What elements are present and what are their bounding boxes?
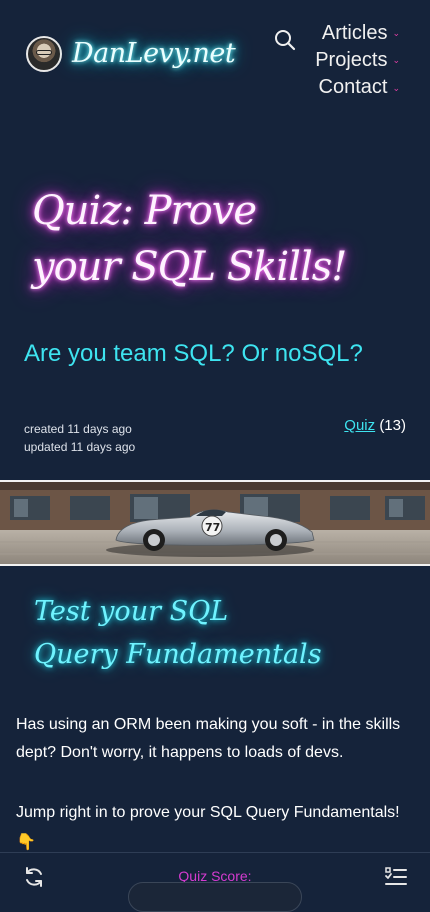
nav-item-label: Contact (318, 76, 388, 99)
section-heading: Test your SQL Query Fundamentals (34, 590, 322, 676)
post-tags: Quiz (13) (344, 417, 406, 434)
chevron-down-icon: ⌄ (392, 55, 400, 66)
updated-date: updated 11 days ago (24, 440, 136, 454)
intro-paragraph: Has using an ORM been making you soft - … (16, 716, 401, 761)
post-meta: created 11 days ago updated 11 days ago (24, 420, 135, 456)
hero-image: 77 (0, 480, 430, 566)
search-icon (275, 30, 296, 51)
nav-item-label: Projects (315, 49, 388, 72)
nav-item-label: Articles (321, 22, 388, 44)
chevron-down-icon: ⌄ (392, 28, 400, 39)
site-header: DanLevy.net Articles ⌄ Projects ⌄ Contact ⌄ (0, 0, 430, 130)
chevron-down-icon: ⌄ (392, 82, 400, 93)
checklist-icon (385, 867, 407, 885)
search-button[interactable] (274, 29, 296, 51)
site-title[interactable]: DanLevy.net (72, 38, 236, 69)
nav-item-contact[interactable]: Contact ⌄ (315, 74, 400, 101)
created-date: created 11 days ago (24, 422, 132, 436)
floating-toolbar[interactable] (128, 882, 302, 912)
tag-count: (13) (379, 417, 406, 434)
svg-text:77: 77 (205, 521, 220, 534)
call-to-action-paragraph: Jump right in to prove your SQL Query Fu… (16, 799, 416, 857)
nav-item-articles[interactable]: Articles ⌄ (315, 20, 400, 47)
nav-item-projects[interactable]: Projects ⌄ (315, 47, 400, 74)
question-list-button[interactable] (384, 866, 408, 888)
avatar[interactable] (26, 36, 62, 72)
quiz-bottom-bar: Quiz Score: (0, 852, 430, 912)
section-heading-line: Query Fundamentals (34, 639, 322, 670)
page-title: Quiz: Prove your SQL Skills! (32, 183, 412, 295)
tag-link-quiz[interactable]: Quiz (344, 417, 375, 434)
page-subtitle: Are you team SQL? Or noSQL? (24, 340, 363, 367)
call-to-action-text: Jump right in to prove your SQL Query Fu… (16, 804, 400, 821)
main-nav: Articles ⌄ Projects ⌄ Contact ⌄ (315, 20, 400, 102)
section-heading-line: Test your SQL (34, 596, 229, 627)
page-title-line: your SQL Skills! (32, 244, 347, 290)
page-title-line: Quiz: Prove (32, 188, 257, 234)
